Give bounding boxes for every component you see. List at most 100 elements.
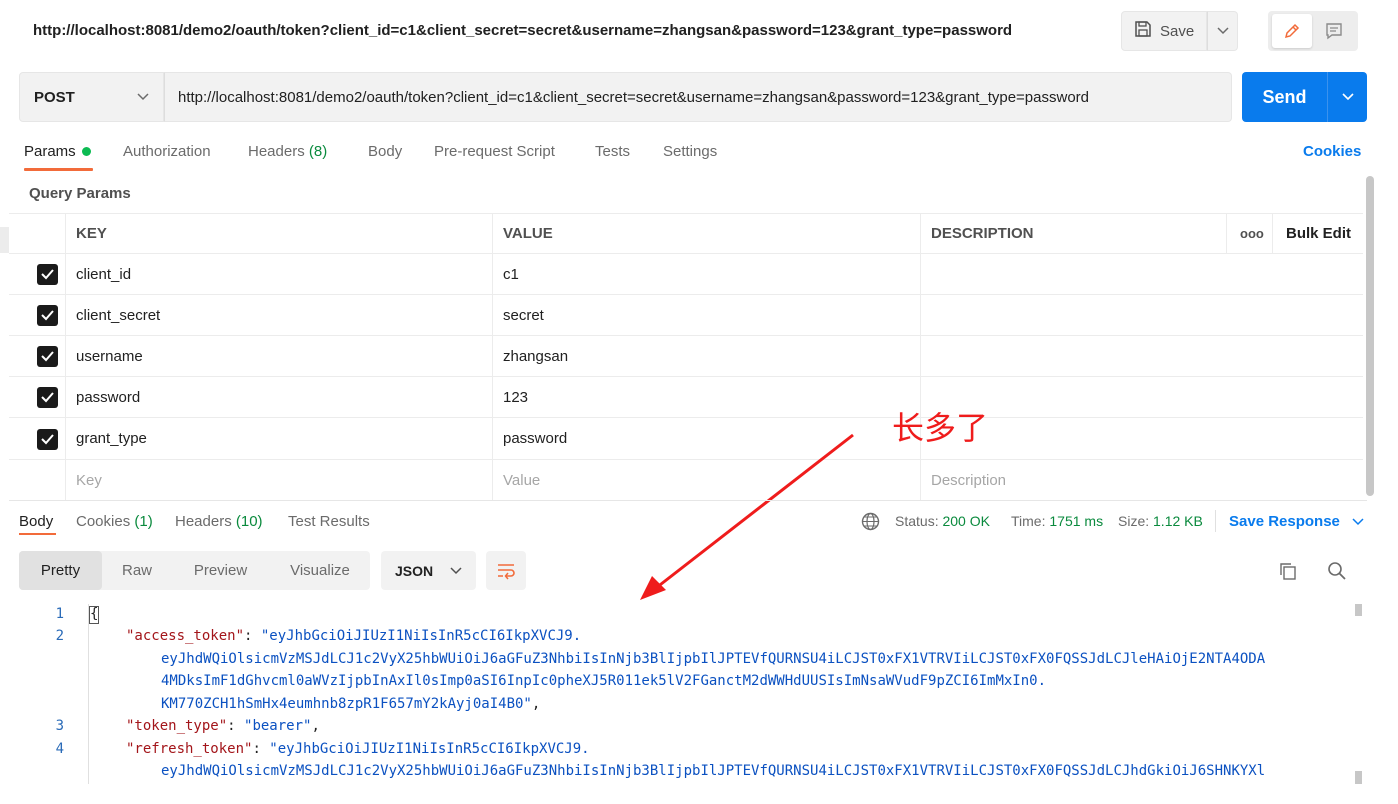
globe-icon[interactable]	[861, 512, 880, 534]
response-tab-test-results[interactable]: Test Results	[288, 513, 370, 530]
chevron-down-icon	[137, 93, 149, 101]
json-string-continuation: eyJhdWQiOlsicmVzMSJdLCJ1c2VyX25hbWUiOiJ6…	[161, 651, 1266, 667]
response-cookies-count: (1)	[134, 513, 153, 530]
param-key[interactable]: grant_type	[66, 418, 147, 459]
format-select[interactable]: JSON	[381, 551, 476, 590]
tab-body[interactable]: Body	[368, 143, 402, 160]
time-value: 1751 ms	[1049, 513, 1104, 529]
response-tab-headers[interactable]: Headers (10)	[175, 513, 263, 530]
request-title[interactable]: http://localhost:8081/demo2/oauth/token?…	[33, 22, 1012, 39]
response-tab-cookies[interactable]: Cookies (1)	[76, 513, 153, 530]
method-label: POST	[34, 88, 75, 106]
table-row: client_id c1	[9, 254, 1363, 295]
column-description: DESCRIPTION	[931, 225, 1034, 242]
new-description-input[interactable]: Description	[921, 460, 1006, 500]
new-value-input[interactable]: Value	[493, 460, 540, 500]
param-value[interactable]: zhangsan	[493, 336, 568, 376]
response-cookies-label: Cookies	[76, 513, 131, 530]
json-string: "eyJhbGciOiJIUzI1NiIsInR5cCI6IkpXVCJ9.	[260, 628, 582, 644]
row-checkbox[interactable]	[37, 305, 58, 326]
tab-params[interactable]: Params	[24, 143, 91, 160]
param-key[interactable]: client_secret	[66, 295, 160, 335]
param-value[interactable]: password	[493, 418, 567, 459]
copy-icon[interactable]	[1276, 559, 1300, 583]
time-label: Time:	[1011, 513, 1046, 529]
send-dropdown-button[interactable]	[1327, 72, 1367, 122]
row-checkbox[interactable]	[37, 429, 58, 450]
param-value[interactable]: secret	[493, 295, 544, 335]
send-button[interactable]: Send	[1242, 72, 1327, 122]
view-raw[interactable]: Raw	[102, 551, 172, 590]
vertical-scrollbar[interactable]	[1366, 176, 1374, 496]
json-string-continuation: 4MDksImF1dGhvcml0aWVzIjpbInAxIl0sImp0aSI…	[161, 673, 1047, 689]
param-value[interactable]: 123	[493, 377, 528, 417]
tab-tests[interactable]: Tests	[595, 143, 630, 160]
view-preview[interactable]: Preview	[178, 551, 263, 590]
url-input[interactable]: http://localhost:8081/demo2/oauth/token?…	[164, 72, 1232, 122]
tab-prerequest-script[interactable]: Pre-request Script	[434, 143, 555, 160]
bulk-edit-button[interactable]: Bulk Edit	[1275, 214, 1351, 253]
size-indicator: Size: 1.12 KB	[1118, 513, 1203, 529]
query-params-label: Query Params	[29, 185, 131, 202]
code-scrollbar-top[interactable]	[1355, 604, 1362, 616]
size-value: 1.12 KB	[1153, 513, 1203, 529]
row-checkbox[interactable]	[37, 346, 58, 367]
tab-headers[interactable]: Headers (8)	[248, 143, 327, 160]
documentation-button[interactable]	[1314, 14, 1354, 48]
json-string: "bearer"	[244, 718, 312, 734]
view-pretty[interactable]: Pretty	[19, 551, 102, 590]
json-string: "eyJhbGciOiJIUzI1NiIsInR5cCI6IkpXVCJ9.	[269, 741, 590, 757]
chevron-down-icon	[1341, 93, 1354, 101]
checkmark-icon	[41, 269, 54, 280]
search-icon[interactable]	[1325, 559, 1349, 583]
pencil-icon	[1284, 23, 1300, 39]
left-edge-marker	[0, 227, 9, 253]
annotation-text: 长多了	[892, 409, 989, 447]
param-value[interactable]: c1	[493, 254, 519, 294]
line-number: 4	[55, 741, 64, 757]
row-checkbox[interactable]	[37, 264, 58, 285]
active-indicator-dot	[81, 146, 91, 156]
active-response-tab-underline	[19, 533, 56, 535]
checkmark-icon	[41, 310, 54, 321]
tab-settings[interactable]: Settings	[663, 143, 717, 160]
headers-count: (8)	[308, 143, 328, 160]
method-select[interactable]: POST	[19, 72, 164, 122]
param-key[interactable]: password	[66, 377, 140, 417]
annotation-arrow	[640, 433, 854, 600]
row-checkbox[interactable]	[37, 387, 58, 408]
cookies-link[interactable]: Cookies	[1303, 143, 1361, 160]
tab-params-label: Params	[24, 143, 76, 160]
chevron-down-icon	[1216, 27, 1229, 35]
json-string-continuation: KM770ZCH1hSmHx4eumhnb8zpR1F657mY2kAyj0aI…	[161, 696, 541, 712]
edit-mode-button[interactable]	[1272, 14, 1312, 48]
column-key: KEY	[76, 225, 107, 242]
checkmark-icon	[41, 351, 54, 362]
table-row: client_secret secret	[9, 295, 1363, 336]
column-value: VALUE	[503, 225, 553, 242]
json-string-continuation: eyJhdWQiOlsicmVzMSJdLCJ1c2VyX25hbWUiOiJ6…	[161, 763, 1266, 779]
json-key: "token_type"	[126, 718, 228, 734]
response-tab-body[interactable]: Body	[19, 513, 53, 530]
code-line-access-token: "access_token": "eyJhbGciOiJIUzI1NiIsInR…	[126, 628, 582, 644]
tab-authorization[interactable]: Authorization	[123, 143, 211, 160]
line-number: 3	[55, 718, 64, 734]
save-response-button[interactable]: Save Response	[1229, 513, 1364, 530]
code-open-brace: {	[90, 606, 99, 622]
response-headers-label: Headers	[175, 513, 232, 530]
save-button[interactable]: Save	[1121, 11, 1207, 51]
new-key-input[interactable]: Key	[66, 460, 102, 500]
chevron-down-icon	[450, 566, 462, 574]
wrap-lines-button[interactable]	[486, 551, 526, 590]
json-key: "refresh_token"	[126, 741, 253, 757]
json-key: "access_token"	[126, 628, 245, 644]
code-scrollbar-bottom[interactable]	[1355, 771, 1362, 784]
param-key[interactable]: username	[66, 336, 143, 376]
status-divider	[1215, 510, 1216, 532]
save-dropdown-button[interactable]	[1207, 11, 1238, 51]
param-key[interactable]: client_id	[66, 254, 131, 294]
status-label: Status:	[895, 513, 939, 529]
response-headers-count: (10)	[235, 513, 263, 530]
more-options-button[interactable]: ooo	[1228, 214, 1264, 253]
view-visualize[interactable]: Visualize	[270, 551, 370, 590]
